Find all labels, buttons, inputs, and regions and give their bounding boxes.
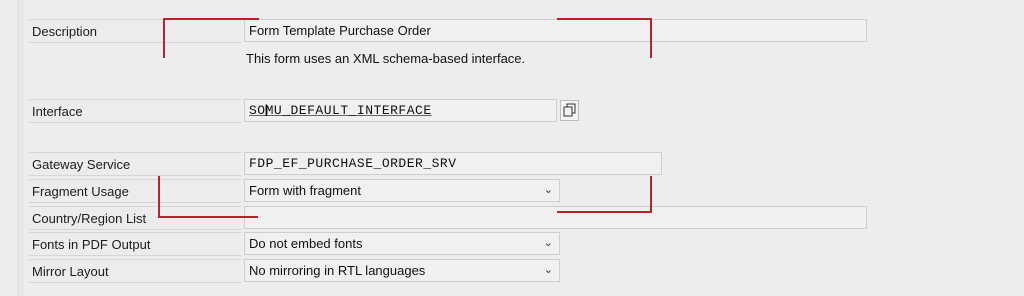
annotation-line (650, 176, 652, 213)
description-label: Description (29, 19, 241, 43)
gateway-service-input[interactable]: FDP_EF_PURCHASE_ORDER_SRV (244, 152, 662, 175)
copy-icon (563, 103, 576, 117)
fonts-in-pdf-select[interactable]: Do not embed fonts ⌄ (244, 232, 560, 255)
annotation-line (557, 211, 652, 213)
copy-button[interactable] (560, 100, 579, 121)
mirror-layout-value: No mirroring in RTL languages (249, 263, 426, 278)
annotation-line (163, 18, 165, 58)
interface-info-text: This form uses an XML schema-based inter… (246, 51, 526, 66)
text-cursor-icon: I (264, 101, 269, 120)
annotation-line (163, 18, 259, 20)
annotation-line (557, 18, 652, 20)
annotation-line (158, 216, 258, 218)
fragment-usage-value: Form with fragment (249, 183, 361, 198)
mirror-layout-select[interactable]: No mirroring in RTL languages ⌄ (244, 259, 560, 282)
gateway-service-label: Gateway Service (29, 152, 241, 176)
description-input[interactable]: Form Template Purchase Order (244, 19, 867, 42)
interface-label: Interface (29, 99, 241, 123)
fonts-in-pdf-value: Do not embed fonts (249, 236, 363, 251)
country-region-list-input[interactable] (244, 206, 867, 229)
mirror-layout-label: Mirror Layout (29, 259, 241, 283)
country-region-list-label: Country/Region List (29, 206, 241, 230)
chevron-down-icon: ⌄ (543, 264, 553, 276)
fragment-usage-select[interactable]: Form with fragment ⌄ (244, 179, 560, 202)
interface-input[interactable]: SOMU_DEFAULT_INTERFACE (244, 99, 557, 122)
fragment-usage-label: Fragment Usage (29, 179, 241, 203)
fonts-in-pdf-label: Fonts in PDF Output (29, 232, 241, 256)
interface-value: SOMU_DEFAULT_INTERFACE (249, 103, 432, 118)
chevron-down-icon: ⌄ (543, 184, 553, 196)
annotation-line (158, 176, 160, 218)
annotation-line (650, 18, 652, 58)
left-edge-bar (0, 0, 19, 296)
chevron-down-icon: ⌄ (543, 237, 553, 249)
